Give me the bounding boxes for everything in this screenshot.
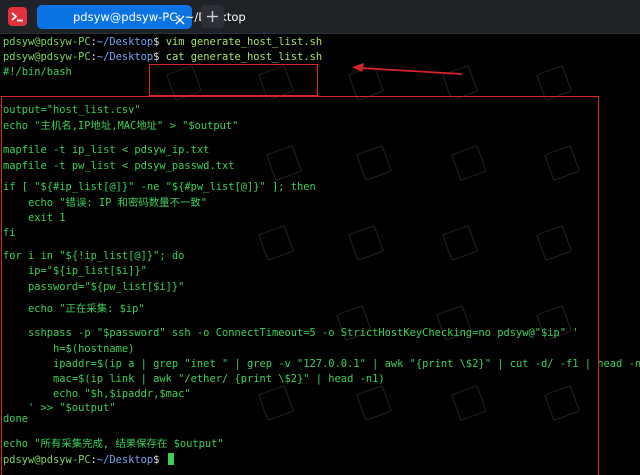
- command-line: pdsyw@pdsyw-PC:~/Desktop$ vim generate_h…: [3, 34, 322, 50]
- terminal-output[interactable]: pdsyw@pdsyw-PC:~/Desktop$ vim generate_h…: [0, 34, 640, 475]
- annotation-box-script: [1, 96, 599, 475]
- annotation-arrow-icon: [352, 63, 463, 75]
- terminal-window: pdsyw@pdsyw-PC: ~/Desktop pdsyw@pdsyw-PC…: [0, 0, 640, 475]
- prompt-path: ~/Desktop: [96, 36, 154, 48]
- tab-terminal-desktop[interactable]: pdsyw@pdsyw-PC: ~/Desktop: [37, 5, 246, 29]
- script-line: #!/bin/bash: [3, 66, 72, 78]
- prompt-path: ~/Desktop: [96, 51, 154, 63]
- command-text: vim generate_host_list.sh: [165, 36, 323, 48]
- terminal-app-icon[interactable]: [8, 7, 27, 26]
- prompt-user-host: pdsyw@pdsyw-PC: [3, 51, 91, 63]
- command-text: cat generate_host_list.sh: [165, 51, 323, 63]
- annotation-box-commands: [149, 64, 318, 96]
- command-line: pdsyw@pdsyw-PC:~/Desktop$ cat generate_h…: [3, 49, 322, 65]
- prompt-dollar: $: [153, 36, 160, 48]
- title-bar: pdsyw@pdsyw-PC: ~/Desktop: [0, 0, 640, 34]
- prompt-user-host: pdsyw@pdsyw-PC: [3, 36, 91, 48]
- new-tab-button[interactable]: [201, 5, 224, 28]
- close-icon[interactable]: [174, 11, 186, 25]
- plus-icon: [207, 11, 218, 22]
- prompt-dollar: $: [153, 51, 160, 63]
